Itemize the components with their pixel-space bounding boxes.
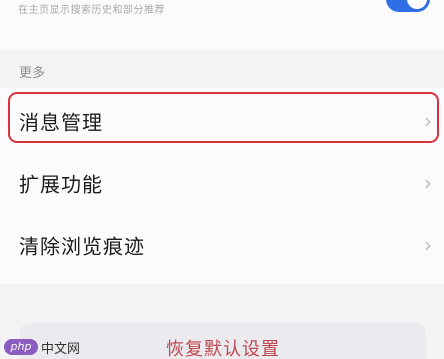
watermark-text: 中文网 <box>41 341 81 357</box>
list-item-label: 消息管理 <box>19 110 103 135</box>
reset-defaults-button[interactable]: 恢复默认设置 <box>20 323 426 359</box>
watermark-logo: php 中文网 <box>4 338 81 357</box>
reset-defaults-label: 恢复默认设置 <box>166 339 280 359</box>
watermark-badge: php <box>4 339 38 355</box>
section-title: 更多 <box>19 66 46 81</box>
chevron-right-icon: › <box>424 171 432 195</box>
toggle-switch[interactable] <box>386 0 430 12</box>
list-item-label: 清除浏览痕迹 <box>19 234 145 259</box>
settings-list: 消息管理 › 扩展功能 › 清除浏览痕迹 › <box>0 88 444 284</box>
list-item-extensions[interactable]: 扩展功能 › <box>0 154 444 212</box>
chevron-right-icon: › <box>424 233 432 257</box>
list-item-label: 扩展功能 <box>19 172 103 197</box>
list-item-clear-browsing-traces[interactable]: 清除浏览痕迹 › <box>0 216 444 274</box>
setting-description: 在主页显示搜索历史和部分推荐 <box>18 5 165 16</box>
top-setting-row: 在主页显示搜索历史和部分推荐 <box>0 0 444 50</box>
settings-screen: 在主页显示搜索历史和部分推荐 更多 消息管理 › 扩展功能 › 清除浏览痕迹 ›… <box>0 0 444 359</box>
toggle-knob <box>407 0 427 9</box>
chevron-right-icon: › <box>424 109 432 133</box>
list-item-message-management[interactable]: 消息管理 › <box>0 92 444 150</box>
